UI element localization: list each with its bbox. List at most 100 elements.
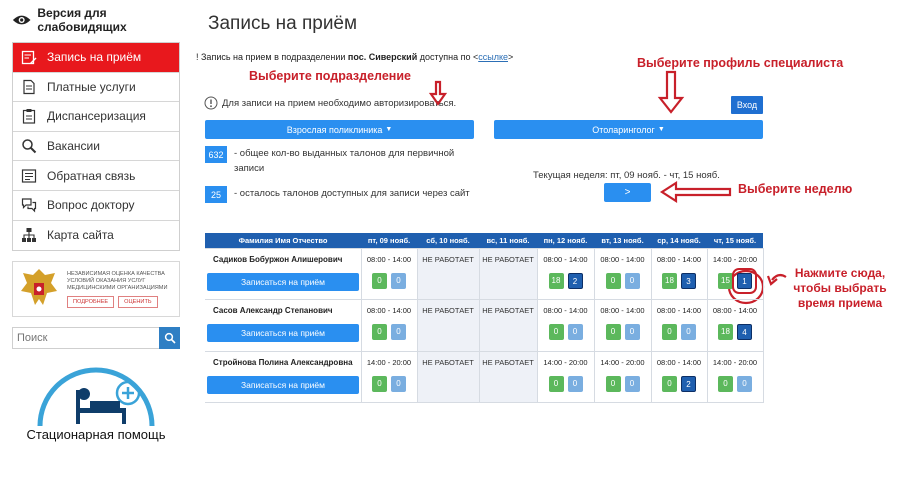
slot-count-available[interactable]: 0 [624, 324, 640, 340]
slot-count-primary[interactable]: 18 [548, 272, 564, 289]
slot-count-primary[interactable]: 18 [718, 324, 733, 340]
sidebar-item-sitemap[interactable]: Карта сайта [13, 220, 179, 251]
slot-count-primary[interactable]: 0 [372, 324, 387, 340]
sitemap-icon [19, 226, 39, 244]
book-appointment-button[interactable]: Записаться на приём [207, 324, 359, 342]
slot-count-available[interactable]: 2 [567, 272, 583, 289]
day-cell: 08:00 - 14:00 0 0 [593, 247, 652, 300]
slot-count-primary[interactable]: 0 [662, 324, 677, 340]
slot-count-primary[interactable]: 0 [605, 272, 621, 289]
slot-count-available[interactable]: 0 [624, 272, 640, 289]
arrow-down-icon [657, 70, 685, 114]
table-row: Сасов Александр Степанович Записаться на … [205, 299, 764, 352]
caret-down-icon: ▼ [657, 126, 665, 133]
day-cell-closed: НЕ РАБОТАЕТ [416, 247, 480, 300]
slot-count-primary[interactable]: 0 [372, 272, 387, 289]
caret-down-icon: ▼ [385, 126, 393, 133]
low-vision-link[interactable]: Версия для слабовидящих [12, 6, 180, 34]
slot-group: 18 2 [538, 272, 594, 289]
slot-count-available[interactable]: 3 [681, 272, 696, 289]
sidebar-item-feedback[interactable]: Обратная связь [13, 161, 179, 191]
slot-count-primary[interactable]: 0 [662, 375, 677, 392]
chat-bubbles-icon [19, 196, 39, 214]
notice-link[interactable]: ссылке [478, 52, 508, 62]
slot-group: 00 [362, 375, 417, 392]
slot-count-primary[interactable]: 0 [718, 375, 733, 392]
working-hours: 08:00 - 14:00 [656, 306, 702, 315]
sidebar-menu: Запись на приём Платные услуги Диспансер… [12, 42, 180, 252]
working-hours: 14:00 - 20:00 [712, 357, 758, 367]
slot-count-available[interactable]: 0 [391, 272, 406, 289]
department-select[interactable]: Взрослая поликлиника ▼ [205, 120, 474, 139]
login-button[interactable]: Вход [731, 96, 763, 114]
book-appointment-button[interactable]: Записаться на приём [207, 375, 359, 394]
slot-count-primary[interactable]: 18 [662, 272, 677, 289]
slot-group: 00 [652, 324, 707, 340]
slot-group: 00 [362, 272, 417, 289]
slot-count-available[interactable]: 0 [391, 324, 406, 340]
annotation-select-week: Выберите неделю [738, 182, 853, 196]
column-header-day: вс, 11 нояб. [479, 233, 537, 248]
magnifier-icon [19, 137, 39, 155]
column-header-name: Фамилия Имя Отчество [205, 233, 361, 248]
sidebar-item-label: Вакансии [47, 139, 100, 154]
rate-button[interactable]: Оценить [118, 295, 158, 308]
column-header-day: пн, 12 нояб. [537, 233, 594, 248]
search-button[interactable] [159, 327, 180, 350]
specialist-profile-select[interactable]: Отоларинголог ▼ [494, 120, 763, 139]
slot-count-primary[interactable]: 0 [548, 324, 564, 340]
quality-assessment-banner[interactable]: Независимая оценка качества условий оказ… [12, 261, 180, 318]
search-input[interactable] [12, 327, 159, 350]
table-row: Стройнова Полина Александровна Записаться… [205, 350, 764, 403]
slot-count-available[interactable]: 0 [391, 375, 406, 392]
sidebar-item-vacancies[interactable]: Вакансии [13, 131, 179, 162]
working-hours: 14:00 - 20:00 [600, 357, 645, 367]
slot-count-available[interactable]: 0 [681, 324, 696, 340]
slot-count-available[interactable]: 0 [567, 324, 583, 340]
slot-count-primary[interactable]: 0 [605, 324, 621, 340]
notice-prefix: ! Запись на прием в подразделении [196, 52, 348, 62]
auth-notice: Для записи на прием необходимо авторизир… [204, 96, 456, 110]
schedule-body: Садиков Бобуржон Алишерович Записаться на… [205, 247, 764, 403]
day-cell: 08:00 - 14:00 0 2 [650, 350, 708, 403]
next-week-button[interactable]: > [604, 183, 651, 202]
slot-count-available[interactable]: 1 [732, 267, 757, 294]
slot-count-available[interactable]: 2 [681, 375, 696, 392]
sidebar-item-appointment[interactable]: Запись на приём [13, 43, 179, 73]
book-appointment-button[interactable]: Записаться на приём [207, 272, 359, 291]
day-cell: 08:00 - 14:00 0 0 [360, 247, 418, 300]
slot-group: 00 [708, 375, 763, 392]
closed-label: НЕ РАБОТАЕТ [422, 357, 474, 367]
working-hours: 08:00 - 14:00 [366, 306, 412, 315]
day-cell-closed: НЕ РАБОТАЕТ [416, 350, 480, 403]
slot-count-available[interactable]: 0 [624, 375, 640, 392]
annotation-select-department: Выберите подразделение [249, 69, 411, 83]
slot-count-primary[interactable]: 0 [605, 375, 621, 392]
day-cell: 14:00 - 20:00 15 1 [706, 247, 764, 300]
inpatient-care-link[interactable]: Стационарная помощь [12, 350, 180, 478]
total-tickets-count: 632 [205, 146, 227, 163]
slot-count-primary[interactable]: 0 [548, 375, 564, 392]
working-hours: 14:00 - 20:00 [543, 357, 588, 367]
slot-group: 00 [595, 272, 651, 289]
day-cell: 14:00 - 20:00 0 0 [536, 350, 595, 403]
day-cell: 08:00 - 14:00 18 3 [650, 247, 708, 300]
working-hours: 08:00 - 14:00 [543, 306, 588, 315]
closed-label: НЕ РАБОТАЕТ [482, 254, 534, 264]
slot-group: 00 [362, 324, 417, 340]
working-hours: 14:00 - 20:00 [712, 254, 758, 264]
day-cell-closed: НЕ РАБОТАЕТ [478, 299, 538, 352]
sidebar-item-paid-services[interactable]: Платные услуги [13, 72, 179, 103]
eye-icon [12, 15, 31, 25]
slot-count-available[interactable]: 4 [737, 324, 752, 340]
slot-count-available[interactable]: 0 [567, 375, 583, 392]
sidebar-item-ask-doctor[interactable]: Вопрос доктору [13, 190, 179, 221]
slot-count-available[interactable]: 0 [737, 375, 752, 392]
slot-count-primary[interactable]: 15 [718, 272, 733, 289]
slot-group: 18 4 [708, 324, 763, 340]
slot-count-primary[interactable]: 0 [372, 375, 387, 392]
sidebar-item-dispensary[interactable]: Диспансеризация [13, 102, 179, 132]
slot-group: 15 1 [708, 267, 763, 294]
more-info-button[interactable]: Подробнее [67, 295, 115, 308]
notice-place: пос. Сиверский [347, 52, 418, 62]
